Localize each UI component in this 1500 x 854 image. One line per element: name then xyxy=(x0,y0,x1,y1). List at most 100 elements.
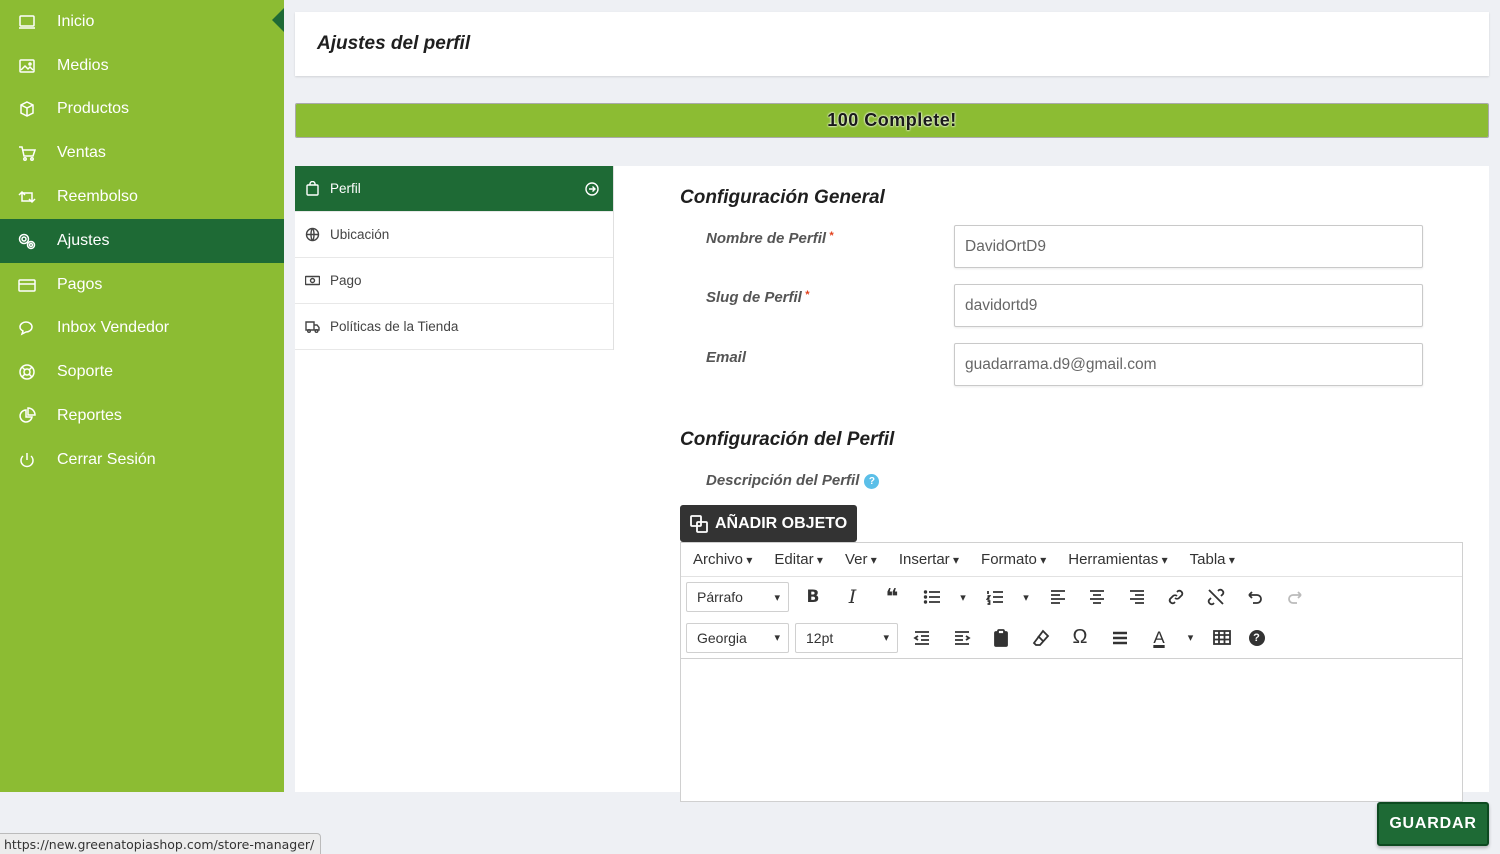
add-object-label: AÑADIR OBJETO xyxy=(715,514,848,532)
settings-tabs: Perfil Ubicación Pago Políticas de la Ti… xyxy=(295,166,614,350)
tab-label: Perfil xyxy=(330,181,361,196)
sidebar: Inicio Medios Productos Ventas Reembolso… xyxy=(0,0,284,792)
remove-link-button[interactable] xyxy=(1198,582,1234,612)
align-left-icon xyxy=(1050,590,1065,604)
numbered-list-icon xyxy=(985,591,1003,605)
outdent-button[interactable] xyxy=(904,623,940,653)
email-input[interactable] xyxy=(954,343,1423,386)
chat-icon xyxy=(18,319,36,337)
menu-tabla[interactable]: Tabla xyxy=(1190,551,1235,568)
money-icon xyxy=(305,273,320,288)
block-format-select[interactable]: Párrafo ▾ xyxy=(686,582,789,612)
link-icon xyxy=(1168,589,1184,605)
save-button[interactable]: GUARDAR xyxy=(1377,802,1489,846)
bullet-list-dropdown[interactable]: ▾ xyxy=(953,582,973,612)
sidebar-item-ajustes[interactable]: Ajustes xyxy=(0,218,284,263)
cube-icon xyxy=(18,100,36,118)
font-size-value: 12pt xyxy=(806,629,834,646)
block-format-value: Párrafo xyxy=(697,589,743,605)
label-text: Nombre de Perfil xyxy=(706,230,827,247)
insert-link-button[interactable] xyxy=(1158,582,1194,612)
tab-label: Pago xyxy=(330,273,362,288)
shopping-bag-icon xyxy=(305,181,320,196)
paste-button[interactable] xyxy=(983,623,1019,653)
chevron-down-icon: ▾ xyxy=(883,632,889,644)
table-button[interactable] xyxy=(1204,623,1240,653)
font-size-select[interactable]: 12pt ▾ xyxy=(795,622,898,653)
gears-icon xyxy=(18,232,36,250)
sidebar-item-inbox-vendedor[interactable]: Inbox Vendedor xyxy=(0,307,284,351)
media-add-icon xyxy=(690,514,708,533)
table-icon xyxy=(1213,629,1231,645)
tab-ubicacion[interactable]: Ubicación xyxy=(295,212,613,258)
align-left-button[interactable] xyxy=(1040,582,1076,612)
menu-insertar[interactable]: Insertar xyxy=(899,551,959,568)
add-object-button[interactable]: AÑADIR OBJETO xyxy=(680,505,858,542)
tab-politicas[interactable]: Políticas de la Tienda xyxy=(295,304,613,350)
power-icon xyxy=(18,451,36,469)
align-right-button[interactable] xyxy=(1119,582,1155,612)
redo-button[interactable] xyxy=(1277,582,1313,612)
image-icon xyxy=(18,57,36,75)
help-icon[interactable]: ? xyxy=(864,473,880,489)
menu-formato[interactable]: Formato xyxy=(981,551,1046,568)
sidebar-item-pagos[interactable]: Pagos xyxy=(0,263,284,307)
sidebar-item-ventas[interactable]: Ventas xyxy=(0,131,284,175)
align-center-button[interactable] xyxy=(1079,582,1115,612)
font-family-select[interactable]: Georgia ▾ xyxy=(686,622,789,653)
horizontal-rule-button[interactable] xyxy=(1102,623,1138,653)
eraser-icon xyxy=(1032,629,1049,646)
section-title-profile: Configuración del Perfil xyxy=(680,429,895,450)
numbered-list-dropdown[interactable]: ▾ xyxy=(1016,582,1036,612)
outdent-icon xyxy=(913,630,929,645)
blockquote-button[interactable]: ❝ xyxy=(874,582,910,612)
tab-perfil[interactable]: Perfil xyxy=(295,166,613,212)
sidebar-item-label: Cerrar Sesión xyxy=(57,450,156,468)
indent-button[interactable] xyxy=(944,623,980,653)
clipboard-icon xyxy=(994,628,1008,647)
sidebar-item-cerrar-sesion[interactable]: Cerrar Sesión xyxy=(0,438,284,482)
bullet-list-button[interactable] xyxy=(914,582,950,612)
profile-name-input[interactable] xyxy=(954,225,1423,268)
menu-herramientas[interactable]: Herramientas xyxy=(1068,551,1167,568)
sidebar-item-label: Productos xyxy=(57,100,130,118)
sidebar-item-reportes[interactable]: Reportes xyxy=(0,394,284,438)
profile-slug-input[interactable] xyxy=(954,284,1423,327)
italic-button[interactable]: I xyxy=(835,582,871,612)
font-family-value: Georgia xyxy=(697,629,747,646)
monitor-icon xyxy=(18,13,36,31)
settings-panel: Perfil Ubicación Pago Políticas de la Ti… xyxy=(295,166,1489,802)
credit-card-icon xyxy=(18,276,36,294)
sidebar-item-inicio[interactable]: Inicio xyxy=(0,0,284,44)
text-color-dropdown[interactable]: ▾ xyxy=(1181,623,1201,653)
lifebuoy-icon xyxy=(18,363,36,381)
tab-pago[interactable]: Pago xyxy=(295,258,613,304)
indent-icon xyxy=(954,630,971,645)
editor-toolbar-row-1: Párrafo ▾ B I ❝ ▾ ▾ xyxy=(681,577,1462,617)
sidebar-item-label: Soporte xyxy=(57,363,114,381)
clear-format-button[interactable] xyxy=(1023,623,1059,653)
undo-icon xyxy=(1248,591,1262,604)
sidebar-item-medios[interactable]: Medios xyxy=(0,44,284,88)
pie-chart-icon xyxy=(18,407,36,425)
bullet-list-icon xyxy=(923,590,940,604)
menu-ver[interactable]: Ver xyxy=(845,551,877,568)
align-right-icon xyxy=(1129,590,1144,604)
progress-label: 100 Complete! xyxy=(827,110,957,130)
arrow-circle-icon xyxy=(585,181,599,196)
text-color-button[interactable]: A xyxy=(1141,623,1177,653)
sidebar-item-soporte[interactable]: Soporte xyxy=(0,350,284,394)
special-char-button[interactable]: Ω xyxy=(1062,623,1098,653)
bold-button[interactable]: B xyxy=(795,582,831,612)
undo-button[interactable] xyxy=(1237,582,1273,612)
sidebar-item-reembolso[interactable]: Reembolso xyxy=(0,175,284,219)
numbered-list-button[interactable] xyxy=(977,582,1013,612)
menu-editar[interactable]: Editar xyxy=(774,551,823,568)
sidebar-item-productos[interactable]: Productos xyxy=(0,88,284,132)
editor-toolbar-row-2: Georgia ▾ 12pt ▾ Ω A ▾ ? xyxy=(681,617,1462,659)
sidebar-item-label: Inbox Vendedor xyxy=(57,319,170,337)
menu-archivo[interactable]: Archivo xyxy=(693,551,752,568)
help-button[interactable]: ? xyxy=(1244,623,1270,653)
sidebar-item-label: Pagos xyxy=(57,275,103,293)
status-url: https://new.greenatopiashop.com/store-ma… xyxy=(0,833,322,854)
